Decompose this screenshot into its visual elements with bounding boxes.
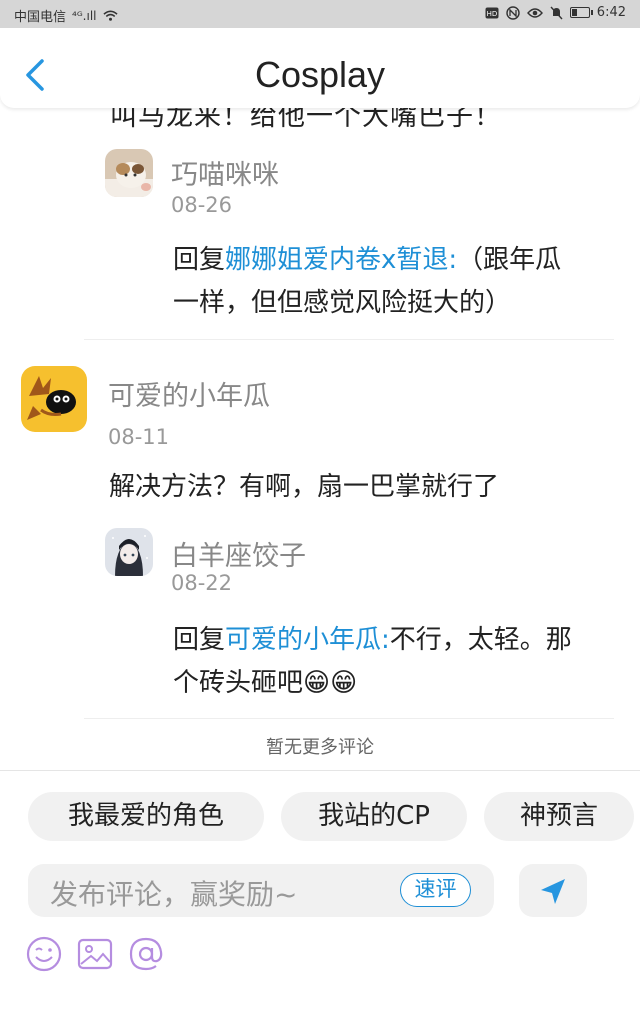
clock-label: 6:42 — [596, 5, 626, 20]
comment-text: 解决方法？有啊，扇一巴掌就行了 — [109, 472, 500, 502]
comment-input[interactable]: 发布评论，赢奖励~ 速评 — [28, 864, 494, 917]
comment-author-name[interactable]: 可爱的小年瓜 — [108, 374, 270, 413]
reply-body-line2: 一样，但但感觉风险挺大的） — [173, 288, 512, 318]
reply-text: 回复娜娜姐爱内卷x暂退:（跟年瓜 一样，但但感觉风险挺大的） — [173, 239, 613, 325]
cat-photo-icon — [105, 149, 153, 197]
send-button[interactable] — [519, 864, 587, 917]
reply-text: 回复可爱的小年瓜:不行，太轻。那 个砖头砸吧😁😁 — [173, 619, 623, 705]
mention-link[interactable]: 娜娜姐爱内卷x暂退: — [225, 245, 457, 275]
divider — [84, 339, 614, 340]
cartoon-avatar-icon — [21, 366, 87, 432]
reply-author-name[interactable]: 白羊座饺子 — [171, 534, 306, 573]
reply-author-name[interactable]: 巧喵咪咪 — [171, 153, 279, 192]
reply-body-line1: 不行，太轻。那 — [389, 625, 572, 655]
quick-tag-prophecy[interactable]: 神预言 — [484, 792, 634, 841]
quick-tag-favorite-character[interactable]: 我最爱的角色 — [28, 792, 264, 841]
wifi-icon — [102, 10, 118, 21]
avatar-baiyang-jiaozi[interactable] — [105, 528, 153, 576]
hd-icon: HD — [485, 7, 499, 18]
nav-bar: Cosplay — [0, 28, 640, 108]
avatar-kearde-xiaonian[interactable] — [21, 366, 87, 432]
comment-date: 08-11 — [108, 425, 170, 449]
svg-text:HD: HD — [486, 10, 497, 18]
emoji-icon[interactable] — [24, 934, 64, 974]
reply-body-line2: 个砖头砸吧😁😁 — [173, 668, 358, 698]
comment-placeholder: 发布评论，赢奖励~ — [50, 878, 298, 911]
reply-date: 08-22 — [171, 571, 233, 595]
reply-prefix: 回复 — [173, 245, 226, 275]
eye-icon — [526, 7, 543, 18]
carrier-label: 中国电信 — [14, 10, 67, 25]
signal-icon: ⁴ᴳ.ıll — [72, 8, 97, 23]
status-right: HD 6:42 — [485, 5, 626, 20]
mention-link[interactable]: 可爱的小年瓜: — [225, 625, 390, 655]
quick-tag-my-cp[interactable]: 我站的CP — [281, 792, 467, 841]
reply-body-line1: （跟年瓜 — [457, 245, 562, 275]
quick-comment-button[interactable]: 速评 — [400, 873, 471, 907]
status-bar: 中国电信 ⁴ᴳ.ıll HD 6:42 — [0, 0, 640, 28]
battery-icon — [569, 7, 593, 18]
avatar-qiaomiao[interactable] — [105, 149, 153, 197]
no-more-comments-label: 暂无更多评论 — [266, 737, 374, 758]
reply-date: 08-26 — [171, 193, 233, 217]
comment-composer: 我最爱的角色 我站的CP 神预言 发布评论，赢奖励~ 速评 — [0, 770, 640, 1024]
screen: 中国电信 ⁴ᴳ.ıll HD 6:42 叫马龙来！给他一个大嘴巴子！ 巧喵咪咪 … — [0, 0, 640, 1024]
anime-avatar-icon — [105, 528, 153, 576]
mute-bell-icon — [550, 6, 563, 19]
page-title: Cosplay — [254, 54, 386, 95]
reply-prefix: 回复 — [173, 625, 226, 655]
nfc-icon — [506, 5, 520, 20]
send-arrow-icon — [541, 879, 565, 904]
divider — [84, 718, 614, 719]
status-left: 中国电信 ⁴ᴳ.ıll — [14, 6, 118, 25]
comment-list: 叫马龙来！给他一个大嘴巴子！ 巧喵咪咪 08-26 回复娜娜姐爱内卷x暂退:（跟… — [0, 28, 640, 770]
mention-at-icon[interactable] — [126, 934, 166, 974]
image-icon[interactable] — [75, 934, 115, 974]
